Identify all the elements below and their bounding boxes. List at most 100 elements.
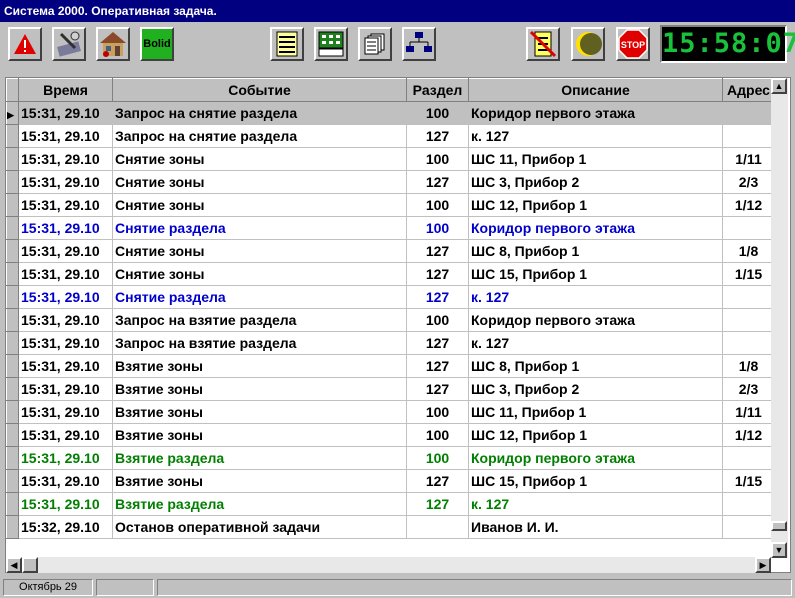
table-row[interactable]: 15:31, 29.10 Взятие зоны 100 ШС 11, Прибор … bbox=[6, 400, 775, 424]
cell-time: 15:31, 29.10 bbox=[18, 308, 113, 332]
table-row[interactable]: 15:31, 29.10 Запрос на взятие раздела 100 К… bbox=[6, 308, 775, 332]
scroll-right-button[interactable]: ▶ bbox=[755, 557, 771, 573]
table-row[interactable]: 15:31, 29.10 Запрос на снятие раздела 127 к… bbox=[6, 124, 775, 148]
cell-address: 1/11 bbox=[722, 147, 775, 171]
row-indicator[interactable] bbox=[6, 239, 19, 263]
scroll-thumb[interactable] bbox=[771, 521, 787, 531]
clock-display: 15:58:07 bbox=[660, 25, 795, 63]
status-panel-3 bbox=[157, 579, 792, 596]
alarm-button[interactable] bbox=[8, 27, 42, 61]
table-row[interactable]: 15:31, 29.10 Взятие зоны 127 ШС 8, Прибор 1… bbox=[6, 354, 775, 378]
table-row[interactable]: 15:31, 29.10 Снятие зоны 100 ШС 12, Прибор … bbox=[6, 193, 775, 217]
cell-description: ШС 15, Прибор 1 bbox=[468, 262, 723, 286]
cell-event: Снятие раздела bbox=[112, 216, 407, 240]
table-row[interactable]: 15:31, 29.10 Снятие зоны 127 ШС 15, Прибор … bbox=[6, 262, 775, 286]
cell-description: ШС 3, Прибор 2 bbox=[468, 377, 723, 401]
status-bar: Октябрь 29 bbox=[0, 577, 795, 598]
row-indicator[interactable]: ▶ bbox=[6, 101, 19, 125]
scroll-left-button[interactable]: ◀ bbox=[6, 557, 22, 573]
table-row[interactable]: 15:31, 29.10 Снятие раздела 100 Коридор пер… bbox=[6, 216, 775, 240]
network-button[interactable] bbox=[402, 27, 436, 61]
column-header-event[interactable]: Событие bbox=[112, 78, 407, 102]
column-header-time[interactable]: Время bbox=[18, 78, 113, 102]
disable-signal-button[interactable] bbox=[526, 27, 560, 61]
column-header-section[interactable]: Раздел bbox=[406, 78, 469, 102]
cell-description: ШС 12, Прибор 1 bbox=[468, 193, 723, 217]
table-row[interactable]: 15:31, 29.10 Снятие раздела 127 к. 127 bbox=[6, 285, 775, 309]
row-indicator[interactable] bbox=[6, 331, 19, 355]
cell-event: Останов оперативной задачи bbox=[112, 515, 407, 539]
row-indicator[interactable] bbox=[6, 377, 19, 401]
request-button[interactable] bbox=[314, 27, 348, 61]
cell-address bbox=[722, 285, 775, 309]
row-indicator[interactable] bbox=[6, 124, 19, 148]
horizontal-scroll-thumb[interactable] bbox=[22, 557, 38, 573]
cell-address bbox=[722, 331, 775, 355]
row-indicator[interactable] bbox=[6, 308, 19, 332]
table-row[interactable]: 15:31, 29.10 Запрос на взятие раздела 127 к… bbox=[6, 331, 775, 355]
list-button[interactable] bbox=[270, 27, 304, 61]
row-indicator[interactable] bbox=[6, 216, 19, 240]
cell-description: ШС 8, Прибор 1 bbox=[468, 354, 723, 378]
horizontal-scrollbar[interactable]: ◀ ▶ bbox=[6, 557, 771, 573]
row-indicator[interactable] bbox=[6, 492, 19, 516]
row-indicator[interactable] bbox=[6, 193, 19, 217]
list-icon bbox=[276, 31, 298, 57]
cell-time: 15:31, 29.10 bbox=[18, 354, 113, 378]
table-row[interactable]: 15:31, 29.10 Снятие зоны 100 ШС 11, Прибор … bbox=[6, 147, 775, 171]
cell-section: 127 bbox=[406, 239, 469, 263]
scroll-up-button[interactable]: ▲ bbox=[771, 78, 787, 94]
row-indicator[interactable] bbox=[6, 469, 19, 493]
row-indicator[interactable] bbox=[6, 285, 19, 309]
cell-address: 1/15 bbox=[722, 262, 775, 286]
cell-event: Взятие зоны bbox=[112, 423, 407, 447]
cell-section: 127 bbox=[406, 492, 469, 516]
row-indicator[interactable] bbox=[6, 147, 19, 171]
table-row[interactable]: 15:31, 29.10 Взятие зоны 127 ШС 3, Прибор 2… bbox=[6, 377, 775, 401]
tools-button[interactable] bbox=[52, 27, 86, 61]
cell-address: 2/3 bbox=[722, 377, 775, 401]
table-row[interactable]: 15:31, 29.10 Снятие зоны 127 ШС 3, Прибор 2… bbox=[6, 170, 775, 194]
row-indicator[interactable] bbox=[6, 262, 19, 286]
table-row[interactable]: 15:32, 29.10 Останов оперативной задачи Ив… bbox=[6, 515, 775, 539]
table-row[interactable]: 15:31, 29.10 Взятие раздела 127 к. 127 bbox=[6, 492, 775, 516]
events-grid[interactable]: Время Событие Раздел Описание Адрес ▶ 15:… bbox=[5, 77, 791, 573]
documents-button[interactable] bbox=[358, 27, 392, 61]
cell-time: 15:31, 29.10 bbox=[18, 331, 113, 355]
row-indicator[interactable] bbox=[6, 170, 19, 194]
row-indicator[interactable] bbox=[6, 400, 19, 424]
cell-time: 15:31, 29.10 bbox=[18, 400, 113, 424]
stop-button[interactable]: STOP bbox=[616, 27, 650, 61]
table-row[interactable]: 15:31, 29.10 Взятие зоны 127 ШС 15, Прибор … bbox=[6, 469, 775, 493]
cell-description: Иванов И. И. bbox=[468, 515, 723, 539]
stop-icon: STOP bbox=[618, 29, 648, 59]
cell-address: 1/12 bbox=[722, 193, 775, 217]
table-row[interactable]: 15:31, 29.10 Взятие раздела 100 Коридор пер… bbox=[6, 446, 775, 470]
cell-description: Коридор первого этажа bbox=[468, 216, 723, 240]
table-row[interactable]: 15:31, 29.10 Взятие зоны 100 ШС 12, Прибор … bbox=[6, 423, 775, 447]
row-indicator[interactable] bbox=[6, 423, 19, 447]
cell-section: 127 bbox=[406, 377, 469, 401]
cell-section: 127 bbox=[406, 285, 469, 309]
cell-section: 100 bbox=[406, 423, 469, 447]
row-indicator[interactable] bbox=[6, 354, 19, 378]
row-indicator[interactable] bbox=[6, 515, 19, 539]
column-header-address[interactable]: Адрес bbox=[722, 78, 775, 102]
bolid-button[interactable]: Bolid bbox=[140, 27, 174, 61]
scroll-down-button[interactable]: ▼ bbox=[771, 542, 787, 558]
night-mode-button[interactable] bbox=[571, 27, 605, 61]
building-button[interactable] bbox=[96, 27, 130, 61]
cell-address: 1/12 bbox=[722, 423, 775, 447]
cell-section: 100 bbox=[406, 216, 469, 240]
vertical-scrollbar[interactable]: ▲ ▼ bbox=[771, 78, 788, 558]
column-header-description[interactable]: Описание bbox=[468, 78, 723, 102]
toolbar: Bolid STOP 15:58:07 bbox=[0, 22, 795, 70]
cell-section: 127 bbox=[406, 331, 469, 355]
cell-description: к. 127 bbox=[468, 492, 723, 516]
table-row[interactable]: 15:31, 29.10 Снятие зоны 127 ШС 8, Прибор 1… bbox=[6, 239, 775, 263]
row-indicator[interactable] bbox=[6, 446, 19, 470]
table-row[interactable]: ▶ 15:31, 29.10 Запрос на снятие раздела 100… bbox=[6, 101, 775, 125]
status-panel-2 bbox=[96, 579, 154, 596]
cell-address bbox=[722, 492, 775, 516]
status-date: Октябрь 29 bbox=[3, 579, 93, 596]
